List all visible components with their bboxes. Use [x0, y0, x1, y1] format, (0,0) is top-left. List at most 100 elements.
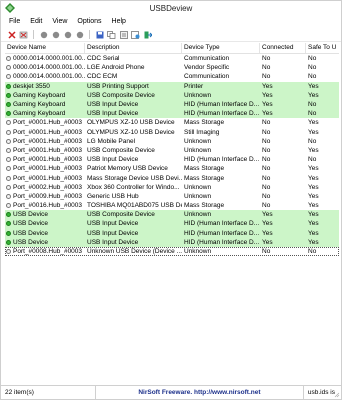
table-row[interactable]: Port_#0001.Hub_#0003 USB Composite Device…	[5, 146, 339, 155]
column-header-description[interactable]: Description	[85, 43, 182, 53]
menu-help[interactable]: Help	[107, 16, 131, 28]
device-description: USB Input Device	[87, 238, 139, 246]
device-description: Generic USB Hub	[87, 192, 139, 200]
device-name: deskjet 3550	[13, 82, 50, 90]
device-name: Port_#0001.Hub_#0003	[13, 156, 83, 164]
column-header-device-type[interactable]: Device Type	[182, 43, 260, 53]
table-row[interactable]: Gaming Keyboard USB Input Device HID (Huma…	[5, 99, 339, 110]
device-name: Gaming Keyboard	[13, 110, 66, 118]
table-row[interactable]: Port_#0002.Hub_#0003 Xbox 360 Controller …	[5, 183, 339, 192]
table-row[interactable]: 0000.0014.0000.001.00... CDC ECM Communica…	[5, 72, 339, 81]
column-header-connected[interactable]: Connected	[260, 43, 306, 53]
connected-status-icon	[6, 230, 11, 236]
table-row[interactable]: USB Device USB Input Device HID (Human Int…	[5, 219, 339, 229]
resize-grip-icon[interactable]	[334, 392, 340, 398]
table-row[interactable]: Port_#0001.Hub_#0003 LG Mobile Panel Unkno…	[5, 137, 339, 146]
safe-to-unplug-value: Yes	[308, 238, 319, 246]
connected-value: Yes	[262, 238, 273, 246]
safe-to-unplug-value: No	[308, 248, 317, 256]
table-row[interactable]: Gaming Keyboard USB Composite Device Unkno…	[5, 90, 339, 100]
device-type: Unknown	[184, 137, 212, 145]
table-row[interactable]: USB Device USB Input Device HID (Human Int…	[5, 228, 339, 238]
table-row[interactable]: Port_#0016.Hub_#0003 TOSHIBA MQ01ABD075 U…	[5, 201, 339, 210]
disconnected-status-icon	[6, 120, 11, 126]
device-name-cell: USB Device	[5, 210, 85, 219]
device-name-cell: Port_#0001.Hub_#0003	[5, 146, 85, 155]
enable-icon[interactable]	[39, 30, 48, 39]
menu-bar: File Edit View Options Help	[1, 16, 341, 28]
disconnected-status-icon	[6, 175, 11, 181]
table-row[interactable]: USB Device USB Input Device HID (Human Int…	[5, 237, 339, 247]
connected-value: No	[262, 146, 271, 154]
connected-value: No	[262, 156, 271, 164]
refresh-all-icon[interactable]	[75, 30, 84, 39]
device-description: USB Input Device	[87, 229, 139, 237]
device-type: Unknown	[184, 192, 212, 200]
column-header-device-name[interactable]: Device Name	[5, 43, 85, 53]
copy-icon[interactable]	[107, 30, 116, 39]
table-row[interactable]: Gaming Keyboard USB Input Device HID (Huma…	[5, 109, 339, 119]
html-report-icon[interactable]	[131, 30, 140, 39]
device-description: USB Input Device	[87, 101, 139, 109]
safe-to-unplug-value: Yes	[308, 128, 319, 136]
disconnected-status-icon	[6, 166, 11, 172]
menu-edit[interactable]: Edit	[25, 16, 47, 28]
title-bar[interactable]: USBDeview	[1, 1, 341, 16]
connected-value: No	[262, 202, 271, 210]
disconnected-status-icon	[6, 129, 11, 135]
device-description: LG Mobile Panel	[87, 137, 136, 145]
device-description: LGE Android Phone	[87, 64, 145, 72]
table-row[interactable]: Port_#0001.Hub_#0003 OLYMPUS XZ-10 USB De…	[5, 118, 339, 127]
delete-icon[interactable]	[7, 30, 16, 39]
device-description: USB Input Device	[87, 156, 139, 164]
device-name-cell: Port_#0001.Hub_#0003	[5, 174, 85, 183]
device-name-cell: Port_#0009.Hub_#0003	[5, 192, 85, 201]
device-name-cell: Port_#0008.Hub_#0003	[5, 247, 85, 256]
safe-to-unplug-value: Yes	[308, 146, 319, 154]
disable-icon[interactable]	[51, 30, 60, 39]
device-description: USB Printing Support	[87, 82, 149, 90]
nirsoft-credit-link[interactable]: NirSoft Freeware. http://www.nirsoft.net	[96, 389, 303, 396]
table-row[interactable]: Port_#0001.Hub_#0003 USB Input Device HID …	[5, 155, 339, 164]
device-name-cell: Port_#0001.Hub_#0003	[5, 164, 85, 173]
safe-to-unplug-value: Yes	[308, 119, 319, 127]
uninstall-icon[interactable]	[19, 30, 28, 39]
connected-value: Yes	[262, 110, 273, 118]
table-row[interactable]: USB Device USB Composite Device Unknown Yes…	[5, 210, 339, 220]
device-description: USB Input Device	[87, 220, 139, 228]
toolbar	[1, 28, 341, 42]
menu-file[interactable]: File	[4, 16, 25, 28]
device-description: USB Composite Device	[87, 91, 155, 99]
table-row[interactable]: Port_#0001.Hub_#0003 OLYMPUS XZ-10 USB De…	[5, 128, 339, 137]
menu-view[interactable]: View	[47, 16, 72, 28]
connected-value: No	[262, 73, 271, 81]
window-title: USBDeview	[149, 4, 193, 13]
column-header-safe-to-unplug[interactable]: Safe To U	[306, 43, 339, 53]
refresh-icon[interactable]	[63, 30, 72, 39]
table-row[interactable]: Port_#0009.Hub_#0003 Generic USB Hub Unkno…	[5, 192, 339, 201]
table-row[interactable]: Port_#0001.Hub_#0003 Patriot Memory USB D…	[5, 164, 339, 173]
menu-options[interactable]: Options	[72, 16, 106, 28]
safe-to-unplug-value: No	[308, 73, 317, 81]
properties-icon[interactable]	[119, 30, 128, 39]
safe-to-unplug-value: No	[308, 55, 317, 63]
table-row[interactable]: Port_#0001.Hub_#0003 Mass Storage Device …	[5, 173, 339, 182]
device-type: HID (Human Interface D...	[184, 110, 260, 118]
device-name-cell: Gaming Keyboard	[5, 91, 85, 100]
connected-value: No	[262, 64, 271, 72]
device-type: Communication	[184, 73, 230, 81]
connected-value: Yes	[262, 211, 273, 219]
device-name-cell: 0000.0014.0000.001.00...	[5, 63, 85, 72]
safe-to-unplug-value: Yes	[308, 91, 319, 99]
connected-value: No	[262, 55, 271, 63]
disconnected-status-icon	[6, 157, 11, 163]
save-icon[interactable]	[95, 30, 104, 39]
device-type: HID (Human Interface D...	[184, 229, 260, 237]
table-row[interactable]: 0000.0014.0000.001.00... CDC Serial Commun…	[5, 54, 339, 63]
table-row[interactable]: 0000.0014.0000.001.00... LGE Android Phon…	[5, 63, 339, 72]
exit-icon[interactable]	[143, 30, 152, 39]
connected-status-icon	[6, 239, 11, 245]
table-row[interactable]: Port_#0008.Hub_#0003 Unknown USB Device (…	[5, 246, 339, 257]
table-row[interactable]: deskjet 3550 USB Printing Support Printer Y…	[5, 81, 339, 91]
device-type: Mass Storage	[184, 174, 225, 182]
